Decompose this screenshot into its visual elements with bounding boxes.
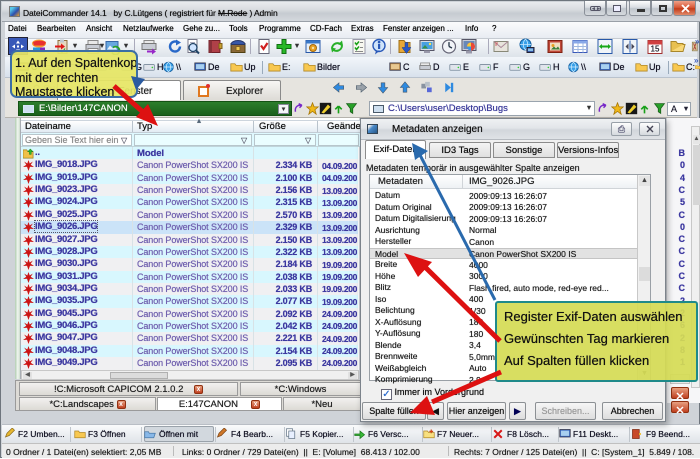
svg-text:15: 15: [651, 45, 660, 54]
